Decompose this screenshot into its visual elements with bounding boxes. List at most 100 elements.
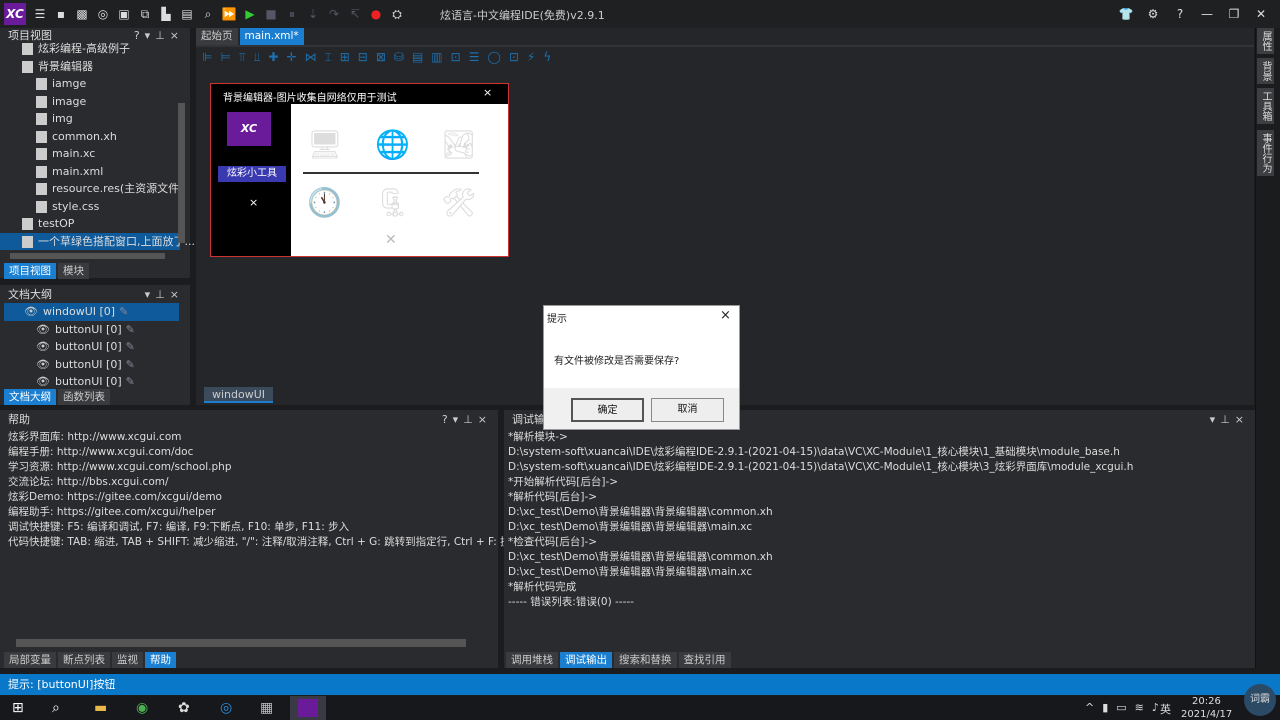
minimize-icon[interactable]: — (1199, 6, 1215, 22)
design-window[interactable]: 背景编辑器-图片收集自网络仅用于测试 × XC 炫彩小工具 × 🖥 🌐 🏞 🕚 … (210, 83, 509, 257)
paste-icon[interactable]: ▙ (158, 6, 174, 22)
eye-icon[interactable]: 👁 (24, 305, 38, 318)
edit-icon[interactable]: ✎ (119, 305, 128, 318)
step-icon[interactable]: ⇣ (305, 6, 321, 22)
right-tab-properties[interactable]: 属性 (1257, 28, 1274, 54)
tab-debug-1[interactable]: 调试输出 (560, 652, 612, 668)
tab-debug-0[interactable]: 调用堆栈 (506, 652, 558, 668)
tree-item[interactable]: main.xc (0, 145, 180, 163)
tab-help-0[interactable]: 局部变量 (4, 652, 56, 668)
window-icon[interactable]: ▣ (116, 6, 132, 22)
design-tool-button[interactable]: 炫彩小工具 (218, 166, 286, 182)
step-over-icon[interactable]: ↷ (326, 6, 342, 22)
clamp-icon[interactable]: 🗜 (375, 186, 411, 219)
panel-controls[interactable]: ▾⊥× (145, 287, 184, 303)
eye-icon[interactable]: 👁 (36, 340, 50, 353)
tab-outline-0[interactable]: 文档大纲 (4, 389, 56, 405)
chrome-icon[interactable]: ◉ (136, 700, 148, 716)
tab-windowui[interactable]: windowUI (204, 387, 274, 403)
edit-icon[interactable]: ✎ (126, 358, 135, 371)
cancel-button[interactable]: 取消 (651, 398, 724, 422)
outline-item[interactable]: 👁 buttonUI [0] ✎ (4, 373, 179, 391)
right-tab-toolbox[interactable]: 工具箱 (1257, 88, 1274, 124)
cici-widget[interactable]: 词霸 (1244, 684, 1276, 716)
tab-editor-1[interactable]: main.xml* (239, 28, 304, 45)
file-explorer-icon[interactable]: ▬ (94, 700, 107, 716)
build-icon[interactable]: ⛭ (389, 6, 405, 22)
picture-icon[interactable]: 🏞 (441, 128, 477, 161)
eye-icon[interactable]: 👁 (36, 375, 50, 388)
ok-button[interactable]: 确定 (571, 398, 644, 422)
stop-icon[interactable]: ■ (263, 6, 279, 22)
outline-item[interactable]: 👁 buttonUI [0] ✎ (4, 338, 179, 356)
eye-icon[interactable]: 👁 (36, 358, 50, 371)
panel-controls[interactable]: ▾⊥× (1210, 412, 1249, 428)
right-tab-events[interactable]: 事件行为 (1257, 130, 1274, 176)
help-icon[interactable]: ? (1172, 6, 1188, 22)
scrollbar[interactable] (178, 103, 185, 243)
outline-item[interactable]: 👁 windowUI [0] ✎ (4, 303, 179, 321)
tree-item[interactable]: 一个草绿色搭配窗口,上面放了... (0, 232, 195, 250)
tab-help-1[interactable]: 断点列表 (58, 652, 110, 668)
run-circle-icon[interactable]: ◎ (95, 6, 111, 22)
tree-item[interactable]: resource.res(主资源文件) (0, 180, 183, 198)
panel-controls[interactable]: ?▾⊥× (442, 412, 492, 428)
play-icon[interactable]: ▶ (242, 6, 258, 22)
right-tab-background[interactable]: 背景 (1257, 58, 1274, 84)
tab-outline-1[interactable]: 函数列表 (58, 389, 110, 405)
edit-icon[interactable]: ✎ (126, 323, 135, 336)
tree-item[interactable]: style.css (0, 198, 180, 216)
tree-item[interactable]: image (0, 93, 180, 111)
close-icon[interactable]: ✕ (1253, 6, 1269, 22)
step-out-icon[interactable]: ↸ (347, 6, 363, 22)
tree-item[interactable]: img (0, 110, 180, 128)
tree-item[interactable]: main.xml (0, 163, 180, 181)
design-side-close-icon[interactable]: × (249, 196, 258, 209)
eye-icon[interactable]: 👁 (36, 323, 50, 336)
tree-item[interactable]: 背景编辑器 (0, 58, 180, 76)
clock-date[interactable]: 2021/4/17 (1181, 709, 1232, 720)
search-icon[interactable]: ⌕ (200, 6, 216, 22)
clock-time[interactable]: 20:26 (1192, 696, 1221, 707)
tab-debug-2[interactable]: 搜索和替换 (614, 652, 677, 668)
save-all-icon[interactable]: ▩ (74, 6, 90, 22)
alignment-toolbar[interactable]: ⊫⊨⫪⫫✚✛⋈⌶⊞⊟⊠⛁▤▥⊡☰◯⊡⚡ϟ (202, 50, 559, 65)
computer-icon[interactable]: 🖥 (307, 128, 343, 161)
gear-icon[interactable]: ⚙ (1145, 6, 1161, 22)
design-close-icon[interactable]: × (483, 86, 492, 99)
clock-icon[interactable]: 🕚 (307, 186, 342, 219)
tab-editor-0[interactable]: 起始页 (196, 28, 238, 45)
menu-icon[interactable]: ☰ (32, 6, 48, 22)
restore-icon[interactable]: ❐ (1226, 6, 1242, 22)
h-scrollbar[interactable] (10, 253, 165, 259)
tab-project-1[interactable]: 模块 (58, 263, 89, 279)
outline-item[interactable]: 👁 buttonUI [0] ✎ (4, 356, 179, 374)
xc-ide-taskbar-button[interactable] (290, 696, 326, 720)
globe-icon[interactable]: 🌐 (375, 128, 410, 161)
windows-start-icon[interactable]: ⊞ (12, 700, 24, 716)
search-icon[interactable]: ⌕ (52, 700, 60, 716)
tray-icons[interactable]: ^▮▭≋♪ (1085, 701, 1167, 714)
skin-icon[interactable]: 👕 (1118, 6, 1134, 22)
tree-item[interactable]: testOP (0, 215, 180, 233)
tools-icon[interactable]: 🛠 (441, 186, 477, 219)
run-all-icon[interactable]: ⏩ (221, 6, 237, 22)
save-icon[interactable]: ▪ (53, 6, 69, 22)
tree-item[interactable]: common.xh (0, 128, 180, 146)
list-icon[interactable]: ▤ (179, 6, 195, 22)
pause-icon[interactable]: ⏸ (284, 6, 300, 22)
close-icon[interactable]: ✕ (385, 232, 397, 248)
tree-item[interactable]: iamge (0, 75, 180, 93)
app-icon[interactable]: ✿ (178, 700, 190, 716)
browser-icon[interactable]: ◎ (220, 700, 232, 716)
record-icon[interactable]: ● (368, 6, 384, 22)
outline-item[interactable]: 👁 buttonUI [0] ✎ (4, 321, 179, 339)
tab-help-3[interactable]: 帮助 (145, 652, 176, 668)
edit-icon[interactable]: ✎ (126, 375, 135, 388)
tab-project-0[interactable]: 项目视图 (4, 263, 56, 279)
tab-help-2[interactable]: 监视 (112, 652, 143, 668)
dialog-close-button[interactable]: × (720, 308, 731, 323)
edit-icon[interactable]: ✎ (126, 340, 135, 353)
ime-indicator[interactable]: 英 (1160, 701, 1171, 717)
tab-debug-3[interactable]: 查找引用 (678, 652, 731, 668)
